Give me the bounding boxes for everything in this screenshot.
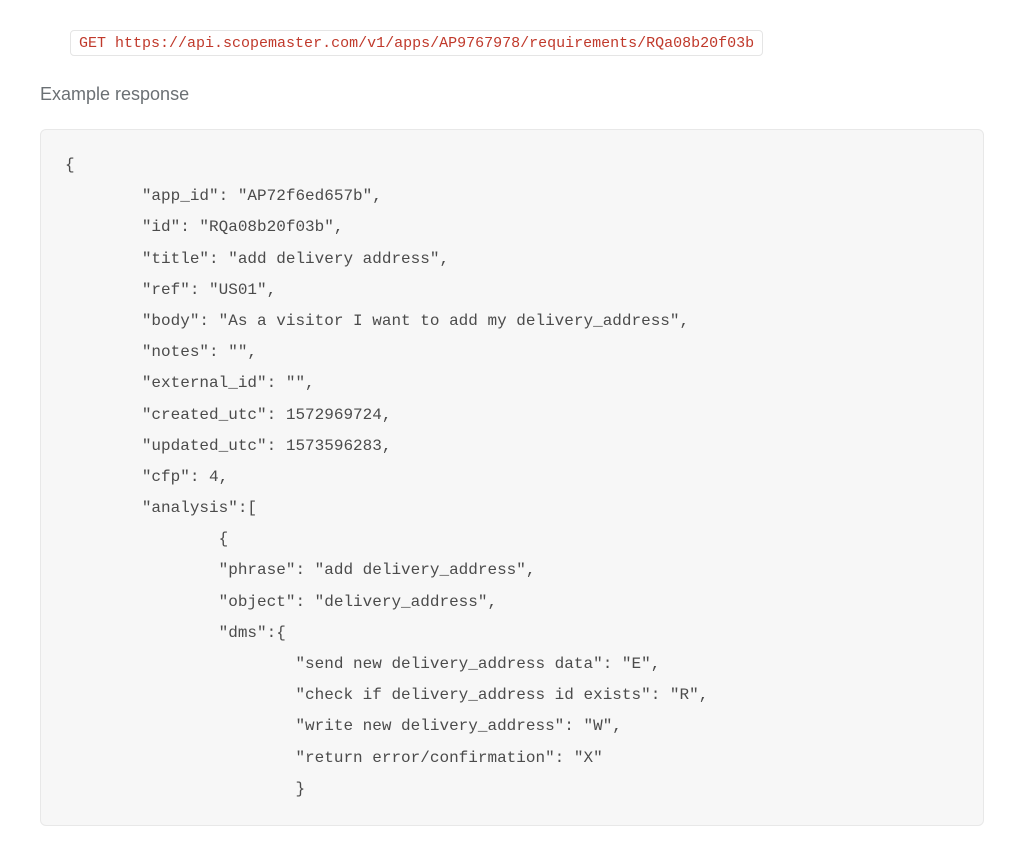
response-block: { "app_id": "AP72f6ed657b", "id": "RQa08… (40, 129, 984, 826)
section-heading: Example response (40, 84, 984, 105)
response-json: { "app_id": "AP72f6ed657b", "id": "RQa08… (65, 150, 959, 805)
request-url: https://api.scopemaster.com/v1/apps/AP97… (115, 35, 754, 52)
request-line: GET https://api.scopemaster.com/v1/apps/… (70, 30, 763, 56)
request-code: GET https://api.scopemaster.com/v1/apps/… (79, 35, 754, 52)
request-method: GET (79, 35, 106, 52)
